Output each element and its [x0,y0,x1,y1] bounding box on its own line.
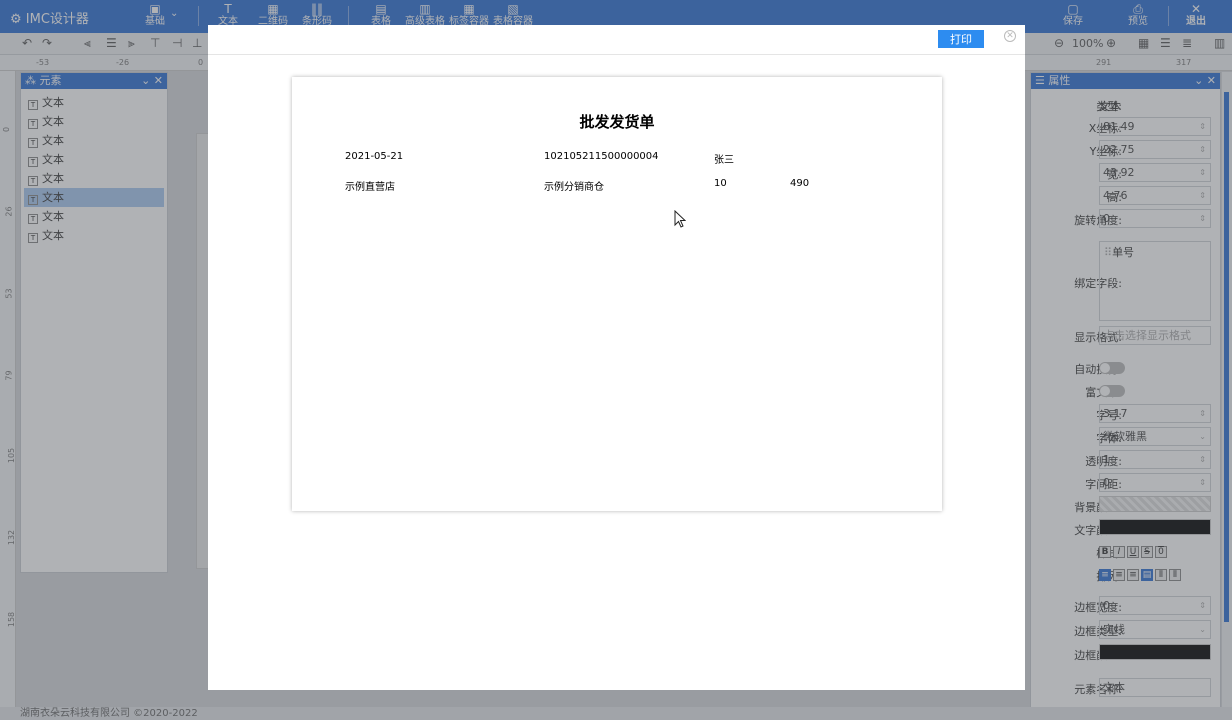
date-cell: 2021-05-21 [345,151,404,162]
close-icon[interactable]: ✕ [1004,30,1016,42]
modal-header: 打印 ✕ [208,25,1025,55]
store-cell: 示例直营店 [345,182,395,193]
quantity-cell: 10 [714,178,727,189]
print-button[interactable]: 打印 [938,30,984,48]
print-paper: 批发发货单 2021-05-21 102105211500000004 张三 示… [292,77,942,511]
order-number-cell: 102105211500000004 [544,151,659,162]
warehouse-cell: 示例分销商仓 [544,182,604,193]
amount-cell: 490 [790,178,810,189]
print-preview-modal: 打印 ✕ 批发发货单 2021-05-21 102105211500000004… [208,25,1025,690]
document-title: 批发发货单 [579,113,655,131]
mouse-cursor-icon [674,210,686,228]
person-cell: 张三 [714,155,734,166]
